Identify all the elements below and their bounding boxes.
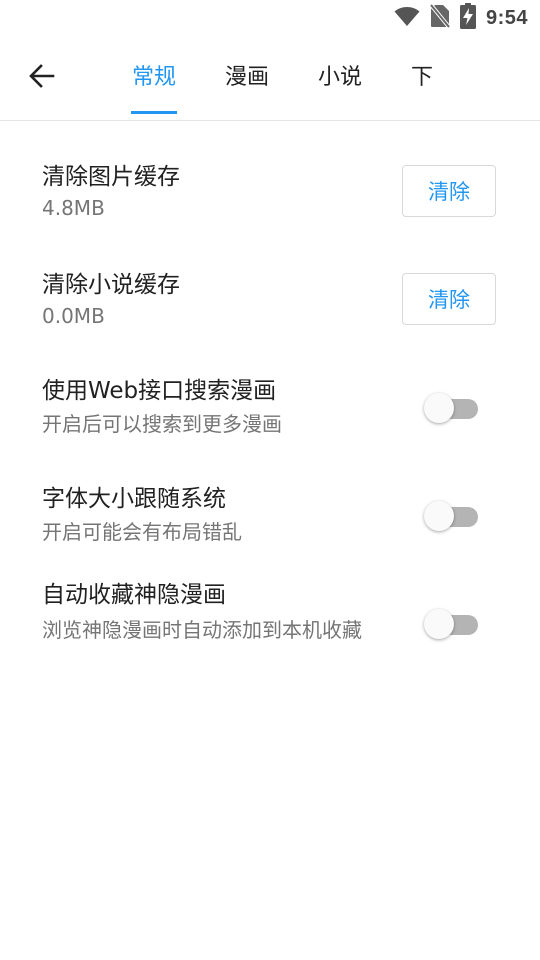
no-sim-icon [429,3,451,32]
tab-label: 常规 [131,65,176,90]
status-bar: 9:54 [0,0,540,36]
switch-thumb [424,501,454,531]
setting-auto-favorite-hidden[interactable]: 自动收藏神隐漫画 浏览神隐漫画时自动添加到本机收藏 [0,574,540,684]
status-time: 9:54 [485,6,528,29]
setting-web-search[interactable]: 使用Web接口搜索漫画 开启后可以搜索到更多漫画 [0,366,540,456]
tab-label: 小说 [317,65,362,90]
setting-title: 清除图片缓存 [42,164,180,190]
web-search-switch[interactable] [424,392,480,426]
toolbar: 常规 漫画 小说 下 [0,36,540,121]
setting-description: 开启可能会有布局错乱 [42,520,242,544]
back-button[interactable] [18,56,66,100]
tab-comics[interactable]: 漫画 [224,36,270,120]
setting-font-follow-system[interactable]: 字体大小跟随系统 开启可能会有布局错乱 [0,474,540,564]
tab-download[interactable]: 下 [410,36,434,120]
status-icons: 9:54 [394,3,528,33]
setting-title: 使用Web接口搜索漫画 [42,378,277,404]
tab-general[interactable]: 常规 [131,36,177,120]
tab-novels[interactable]: 小说 [317,36,363,120]
cache-size: 0.0MB [42,304,105,328]
setting-description: 浏览神隐漫画时自动添加到本机收藏 [42,618,362,642]
setting-title: 清除小说缓存 [42,272,180,298]
font-follow-system-switch[interactable] [424,500,480,534]
setting-title: 自动收藏神隐漫画 [42,582,226,608]
battery-charging-icon [459,3,476,33]
tab-bar: 常规 漫画 小说 下 [110,36,540,120]
tab-label: 漫画 [224,65,269,90]
arrow-left-icon [29,64,55,92]
switch-thumb [424,393,454,423]
setting-description: 开启后可以搜索到更多漫画 [42,412,282,436]
tab-label: 下 [410,65,433,90]
tab-indicator [131,111,177,114]
wifi-icon [394,5,420,31]
setting-clear-novel-cache: 清除小说缓存 0.0MB 清除 [0,258,540,348]
cache-size: 4.8MB [42,196,105,220]
switch-thumb [424,609,454,639]
setting-clear-image-cache: 清除图片缓存 4.8MB 清除 [0,150,540,240]
clear-image-cache-button[interactable]: 清除 [402,165,496,217]
auto-favorite-hidden-switch[interactable] [424,608,480,642]
setting-title: 字体大小跟随系统 [42,486,226,512]
clear-novel-cache-button[interactable]: 清除 [402,273,496,325]
